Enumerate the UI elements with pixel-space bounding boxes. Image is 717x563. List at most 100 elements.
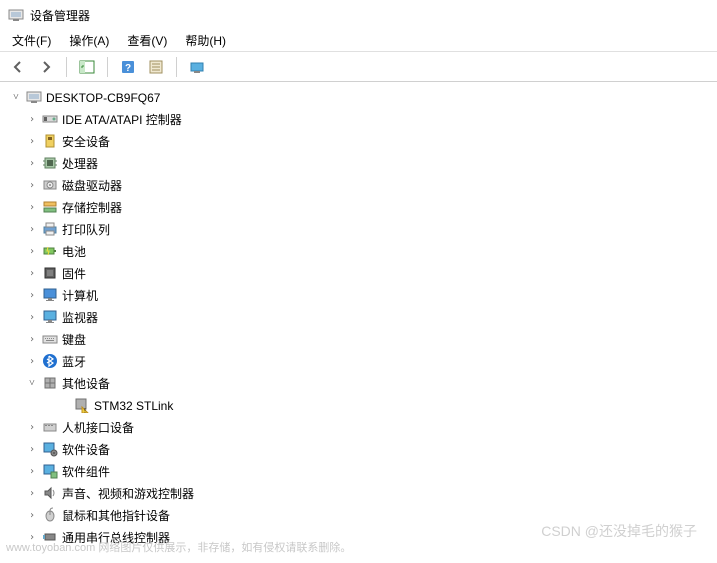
- hid-icon: [42, 419, 58, 435]
- expand-icon[interactable]: ›: [24, 463, 40, 479]
- category-label: 固件: [62, 264, 86, 282]
- menu-view[interactable]: 查看(V): [119, 30, 175, 51]
- category-label: 打印队列: [62, 220, 110, 238]
- menu-action[interactable]: 操作(A): [61, 30, 117, 51]
- category-label: 计算机: [62, 286, 98, 304]
- ide-controller-icon: [42, 111, 58, 127]
- display-icon: [42, 309, 58, 325]
- expand-icon[interactable]: ›: [24, 485, 40, 501]
- expand-icon[interactable]: ›: [24, 243, 40, 259]
- device-tree[interactable]: ˅ DESKTOP-CB9FQ67 › IDE ATA/ATAPI 控制器 › …: [0, 82, 717, 563]
- battery-icon: [42, 243, 58, 259]
- back-button[interactable]: [6, 55, 30, 79]
- category-label: IDE ATA/ATAPI 控制器: [62, 110, 182, 128]
- tree-category-print[interactable]: › 打印队列: [0, 218, 717, 240]
- category-label: 处理器: [62, 154, 98, 172]
- tree-category-sound[interactable]: › 声音、视频和游戏控制器: [0, 482, 717, 504]
- expand-icon[interactable]: ›: [24, 441, 40, 457]
- expand-icon[interactable]: ›: [24, 265, 40, 281]
- tree-category-security[interactable]: › 安全设备: [0, 130, 717, 152]
- expand-icon[interactable]: ›: [24, 507, 40, 523]
- monitor-icon: [42, 287, 58, 303]
- expand-icon[interactable]: ˅: [8, 89, 24, 105]
- toolbar-separator: [107, 57, 108, 77]
- tree-category-other[interactable]: ˅ 其他设备: [0, 372, 717, 394]
- tree-category-ide[interactable]: › IDE ATA/ATAPI 控制器: [0, 108, 717, 130]
- tree-category-keyboard[interactable]: › 键盘: [0, 328, 717, 350]
- scan-hardware-button[interactable]: [185, 55, 209, 79]
- category-label: 监视器: [62, 308, 98, 326]
- forward-button[interactable]: [34, 55, 58, 79]
- expand-icon[interactable]: ›: [24, 177, 40, 193]
- tree-category-hid[interactable]: › 人机接口设备: [0, 416, 717, 438]
- properties-button[interactable]: [144, 55, 168, 79]
- tree-category-usb[interactable]: › 通用串行总线控制器: [0, 526, 717, 548]
- keyboard-icon: [42, 331, 58, 347]
- category-label: 存储控制器: [62, 198, 122, 216]
- firmware-icon: [42, 265, 58, 281]
- tree-category-computer[interactable]: › 计算机: [0, 284, 717, 306]
- window-title: 设备管理器: [30, 7, 90, 24]
- processor-icon: [42, 155, 58, 171]
- title-bar: 设备管理器: [0, 0, 717, 30]
- sound-icon: [42, 485, 58, 501]
- tree-category-processor[interactable]: › 处理器: [0, 152, 717, 174]
- storage-controller-icon: [42, 199, 58, 215]
- expand-icon[interactable]: ›: [24, 331, 40, 347]
- tree-category-storage[interactable]: › 存储控制器: [0, 196, 717, 218]
- app-icon: [8, 7, 24, 23]
- category-label: 鼠标和其他指针设备: [62, 506, 170, 524]
- expand-icon[interactable]: ›: [24, 111, 40, 127]
- category-label: 磁盘驱动器: [62, 176, 122, 194]
- category-label: 通用串行总线控制器: [62, 528, 170, 546]
- expand-spacer: [56, 397, 72, 413]
- expand-icon[interactable]: ›: [24, 133, 40, 149]
- disk-drive-icon: [42, 177, 58, 193]
- category-label: 蓝牙: [62, 352, 86, 370]
- unknown-device-icon: !: [74, 397, 90, 413]
- bluetooth-icon: [42, 353, 58, 369]
- expand-icon[interactable]: ›: [24, 221, 40, 237]
- tree-root[interactable]: ˅ DESKTOP-CB9FQ67: [0, 86, 717, 108]
- mouse-icon: [42, 507, 58, 523]
- category-label: 软件组件: [62, 462, 110, 480]
- expand-icon[interactable]: ›: [24, 529, 40, 545]
- tree-category-battery[interactable]: › 电池: [0, 240, 717, 262]
- category-label: 人机接口设备: [62, 418, 134, 436]
- tree-category-software[interactable]: › 软件设备: [0, 438, 717, 460]
- expand-icon[interactable]: ›: [24, 309, 40, 325]
- printer-icon: [42, 221, 58, 237]
- menu-file[interactable]: 文件(F): [4, 30, 59, 51]
- expand-icon[interactable]: ›: [24, 199, 40, 215]
- tree-category-firmware[interactable]: › 固件: [0, 262, 717, 284]
- category-label: 电池: [62, 242, 86, 260]
- tree-root-label: DESKTOP-CB9FQ67: [46, 90, 160, 105]
- security-device-icon: [42, 133, 58, 149]
- category-label: 键盘: [62, 330, 86, 348]
- tree-category-disk[interactable]: › 磁盘驱动器: [0, 174, 717, 196]
- show-hide-tree-button[interactable]: [75, 55, 99, 79]
- help-button[interactable]: ?: [116, 55, 140, 79]
- toolbar-separator: [176, 57, 177, 77]
- expand-icon[interactable]: ˅: [24, 375, 40, 391]
- tree-category-monitor[interactable]: › 监视器: [0, 306, 717, 328]
- software-device-icon: [42, 441, 58, 457]
- tree-device-stlink[interactable]: ! STM32 STLink: [0, 394, 717, 416]
- tree-category-mouse[interactable]: › 鼠标和其他指针设备: [0, 504, 717, 526]
- svg-text:?: ?: [125, 63, 131, 74]
- device-label: STM32 STLink: [94, 398, 173, 413]
- category-label: 声音、视频和游戏控制器: [62, 484, 194, 502]
- expand-icon[interactable]: ›: [24, 155, 40, 171]
- expand-icon[interactable]: ›: [24, 419, 40, 435]
- toolbar-separator: [66, 57, 67, 77]
- computer-icon: [26, 89, 42, 105]
- tree-category-component[interactable]: › 软件组件: [0, 460, 717, 482]
- category-label: 其他设备: [62, 374, 110, 392]
- expand-icon[interactable]: ›: [24, 353, 40, 369]
- menu-help[interactable]: 帮助(H): [177, 30, 234, 51]
- expand-icon[interactable]: ›: [24, 287, 40, 303]
- software-component-icon: [42, 463, 58, 479]
- tree-category-bluetooth[interactable]: › 蓝牙: [0, 350, 717, 372]
- usb-icon: [42, 529, 58, 545]
- category-label: 软件设备: [62, 440, 110, 458]
